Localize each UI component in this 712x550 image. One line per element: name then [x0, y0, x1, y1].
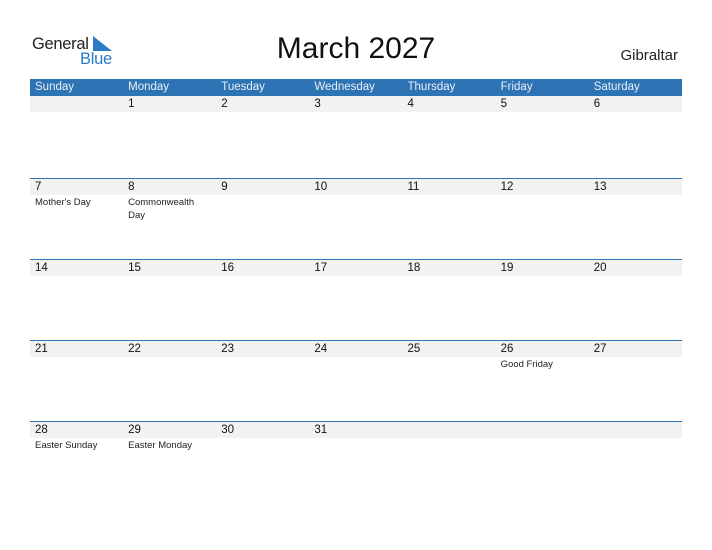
- day-number: 18: [407, 262, 421, 274]
- day-number: 5: [500, 98, 508, 110]
- holiday-label: [403, 195, 496, 222]
- holiday-label: [496, 112, 589, 113]
- day-number: 8: [128, 181, 135, 193]
- day-number: 29: [128, 424, 141, 436]
- date-band: 1 2 3 4 5 6: [30, 96, 682, 112]
- holiday-label: [309, 276, 402, 277]
- events-row: Mother's Day Commonwealth Day: [30, 195, 682, 222]
- date-band: 21 22 23 24 25 26 27: [30, 341, 682, 357]
- week-row: 14 15 16 17 18 19 20: [30, 259, 682, 340]
- holiday-label: [496, 195, 589, 222]
- day-number: 24: [314, 343, 328, 355]
- day-number: 30: [221, 424, 235, 436]
- day-number: 15: [128, 262, 141, 274]
- holiday-label: [403, 276, 496, 277]
- events-row: Easter Sunday Easter Monday: [30, 438, 682, 452]
- date-band: 28 29 30 31: [30, 422, 682, 438]
- holiday-label: [216, 276, 309, 277]
- day-number: 27: [593, 343, 607, 355]
- holiday-label: [589, 112, 682, 113]
- holiday-label: [403, 357, 496, 371]
- holiday-label: [216, 357, 309, 371]
- day-number: 3: [314, 98, 321, 110]
- date-band: 7 8 9 10 11 12 13: [30, 179, 682, 195]
- holiday-label: [403, 438, 496, 452]
- day-number: 11: [407, 181, 420, 193]
- weekday-sunday: Sunday: [35, 81, 75, 93]
- holiday-label: [30, 112, 123, 113]
- weekday-tuesday: Tuesday: [221, 81, 265, 93]
- weekday-thursday: Thursday: [407, 81, 456, 93]
- day-number: 19: [500, 262, 514, 274]
- holiday-label: Commonwealth Day: [128, 197, 195, 221]
- day-number: 10: [314, 181, 328, 193]
- holiday-label: Easter Monday: [128, 440, 193, 451]
- holiday-label: Good Friday: [500, 359, 553, 370]
- holiday-label: Mother's Day: [35, 197, 91, 208]
- holiday-label: [496, 438, 589, 452]
- day-number: [403, 422, 496, 438]
- day-number: 4: [407, 98, 414, 110]
- holiday-label: [30, 357, 123, 371]
- day-number: 21: [35, 343, 48, 355]
- holiday-label: [216, 112, 309, 113]
- day-number: 13: [593, 181, 607, 193]
- events-row: [30, 276, 682, 277]
- events-row: [30, 112, 682, 113]
- week-row: 7 8 9 10 11 12 13 Mother's Day Commonwealth Day: [30, 178, 682, 259]
- holiday-label: Easter Sunday: [35, 440, 98, 451]
- holiday-label: [589, 357, 682, 371]
- day-number: 22: [128, 343, 141, 355]
- day-number: [589, 422, 682, 438]
- calendar-title: March 2027: [276, 32, 436, 65]
- holiday-label: [123, 276, 216, 277]
- week-row: 28 29 30 31 Easter Sunday Easter Monday: [30, 421, 682, 502]
- day-number: 12: [500, 181, 514, 193]
- weekday-wednesday: Wednesday: [314, 81, 375, 93]
- day-number: 28: [35, 424, 48, 436]
- holiday-label: [309, 357, 402, 371]
- day-number: 1: [128, 98, 135, 110]
- holiday-label: [589, 276, 682, 277]
- holiday-label: [403, 112, 496, 113]
- day-number: 25: [407, 343, 421, 355]
- holiday-label: [589, 195, 682, 222]
- holiday-label: [496, 276, 589, 277]
- day-number: 16: [221, 262, 235, 274]
- holiday-label: [589, 438, 682, 452]
- holiday-label: [123, 357, 216, 371]
- day-number: [30, 96, 123, 112]
- day-number: 31: [314, 424, 328, 436]
- holiday-label: [309, 195, 402, 222]
- events-row: Good Friday: [30, 357, 682, 371]
- day-number: 14: [35, 262, 48, 274]
- holiday-label: [309, 112, 402, 113]
- day-number: 20: [593, 262, 607, 274]
- holiday-label: [216, 438, 309, 452]
- holiday-label: [123, 112, 216, 113]
- day-number: [496, 422, 589, 438]
- week-row: 21 22 23 24 25 26 27 Good Friday: [30, 340, 682, 421]
- weekday-saturday: Saturday: [593, 81, 640, 93]
- day-number: 26: [500, 343, 514, 355]
- weekday-monday: Monday: [128, 81, 170, 93]
- calendar-grid: Sunday Monday Tuesday Wednesday Thursday Frid…: [30, 79, 682, 502]
- weekday-friday: Friday: [500, 81, 533, 93]
- day-number: 17: [314, 262, 328, 274]
- holiday-label: [309, 438, 402, 452]
- date-band: 14 15 16 17 18 19 20: [30, 260, 682, 276]
- day-number: 7: [35, 181, 42, 193]
- day-number: 9: [221, 181, 228, 193]
- day-number: 2: [221, 98, 228, 110]
- holiday-label: [30, 276, 123, 277]
- holiday-label: [216, 195, 309, 222]
- week-row: 1 2 3 4 5 6: [30, 96, 682, 178]
- day-number: 6: [593, 98, 601, 110]
- country-label: Gibraltar: [620, 47, 678, 64]
- weekday-header: Sunday Monday Tuesday Wednesday Thursday Frid…: [30, 79, 682, 96]
- day-number: 23: [221, 343, 235, 355]
